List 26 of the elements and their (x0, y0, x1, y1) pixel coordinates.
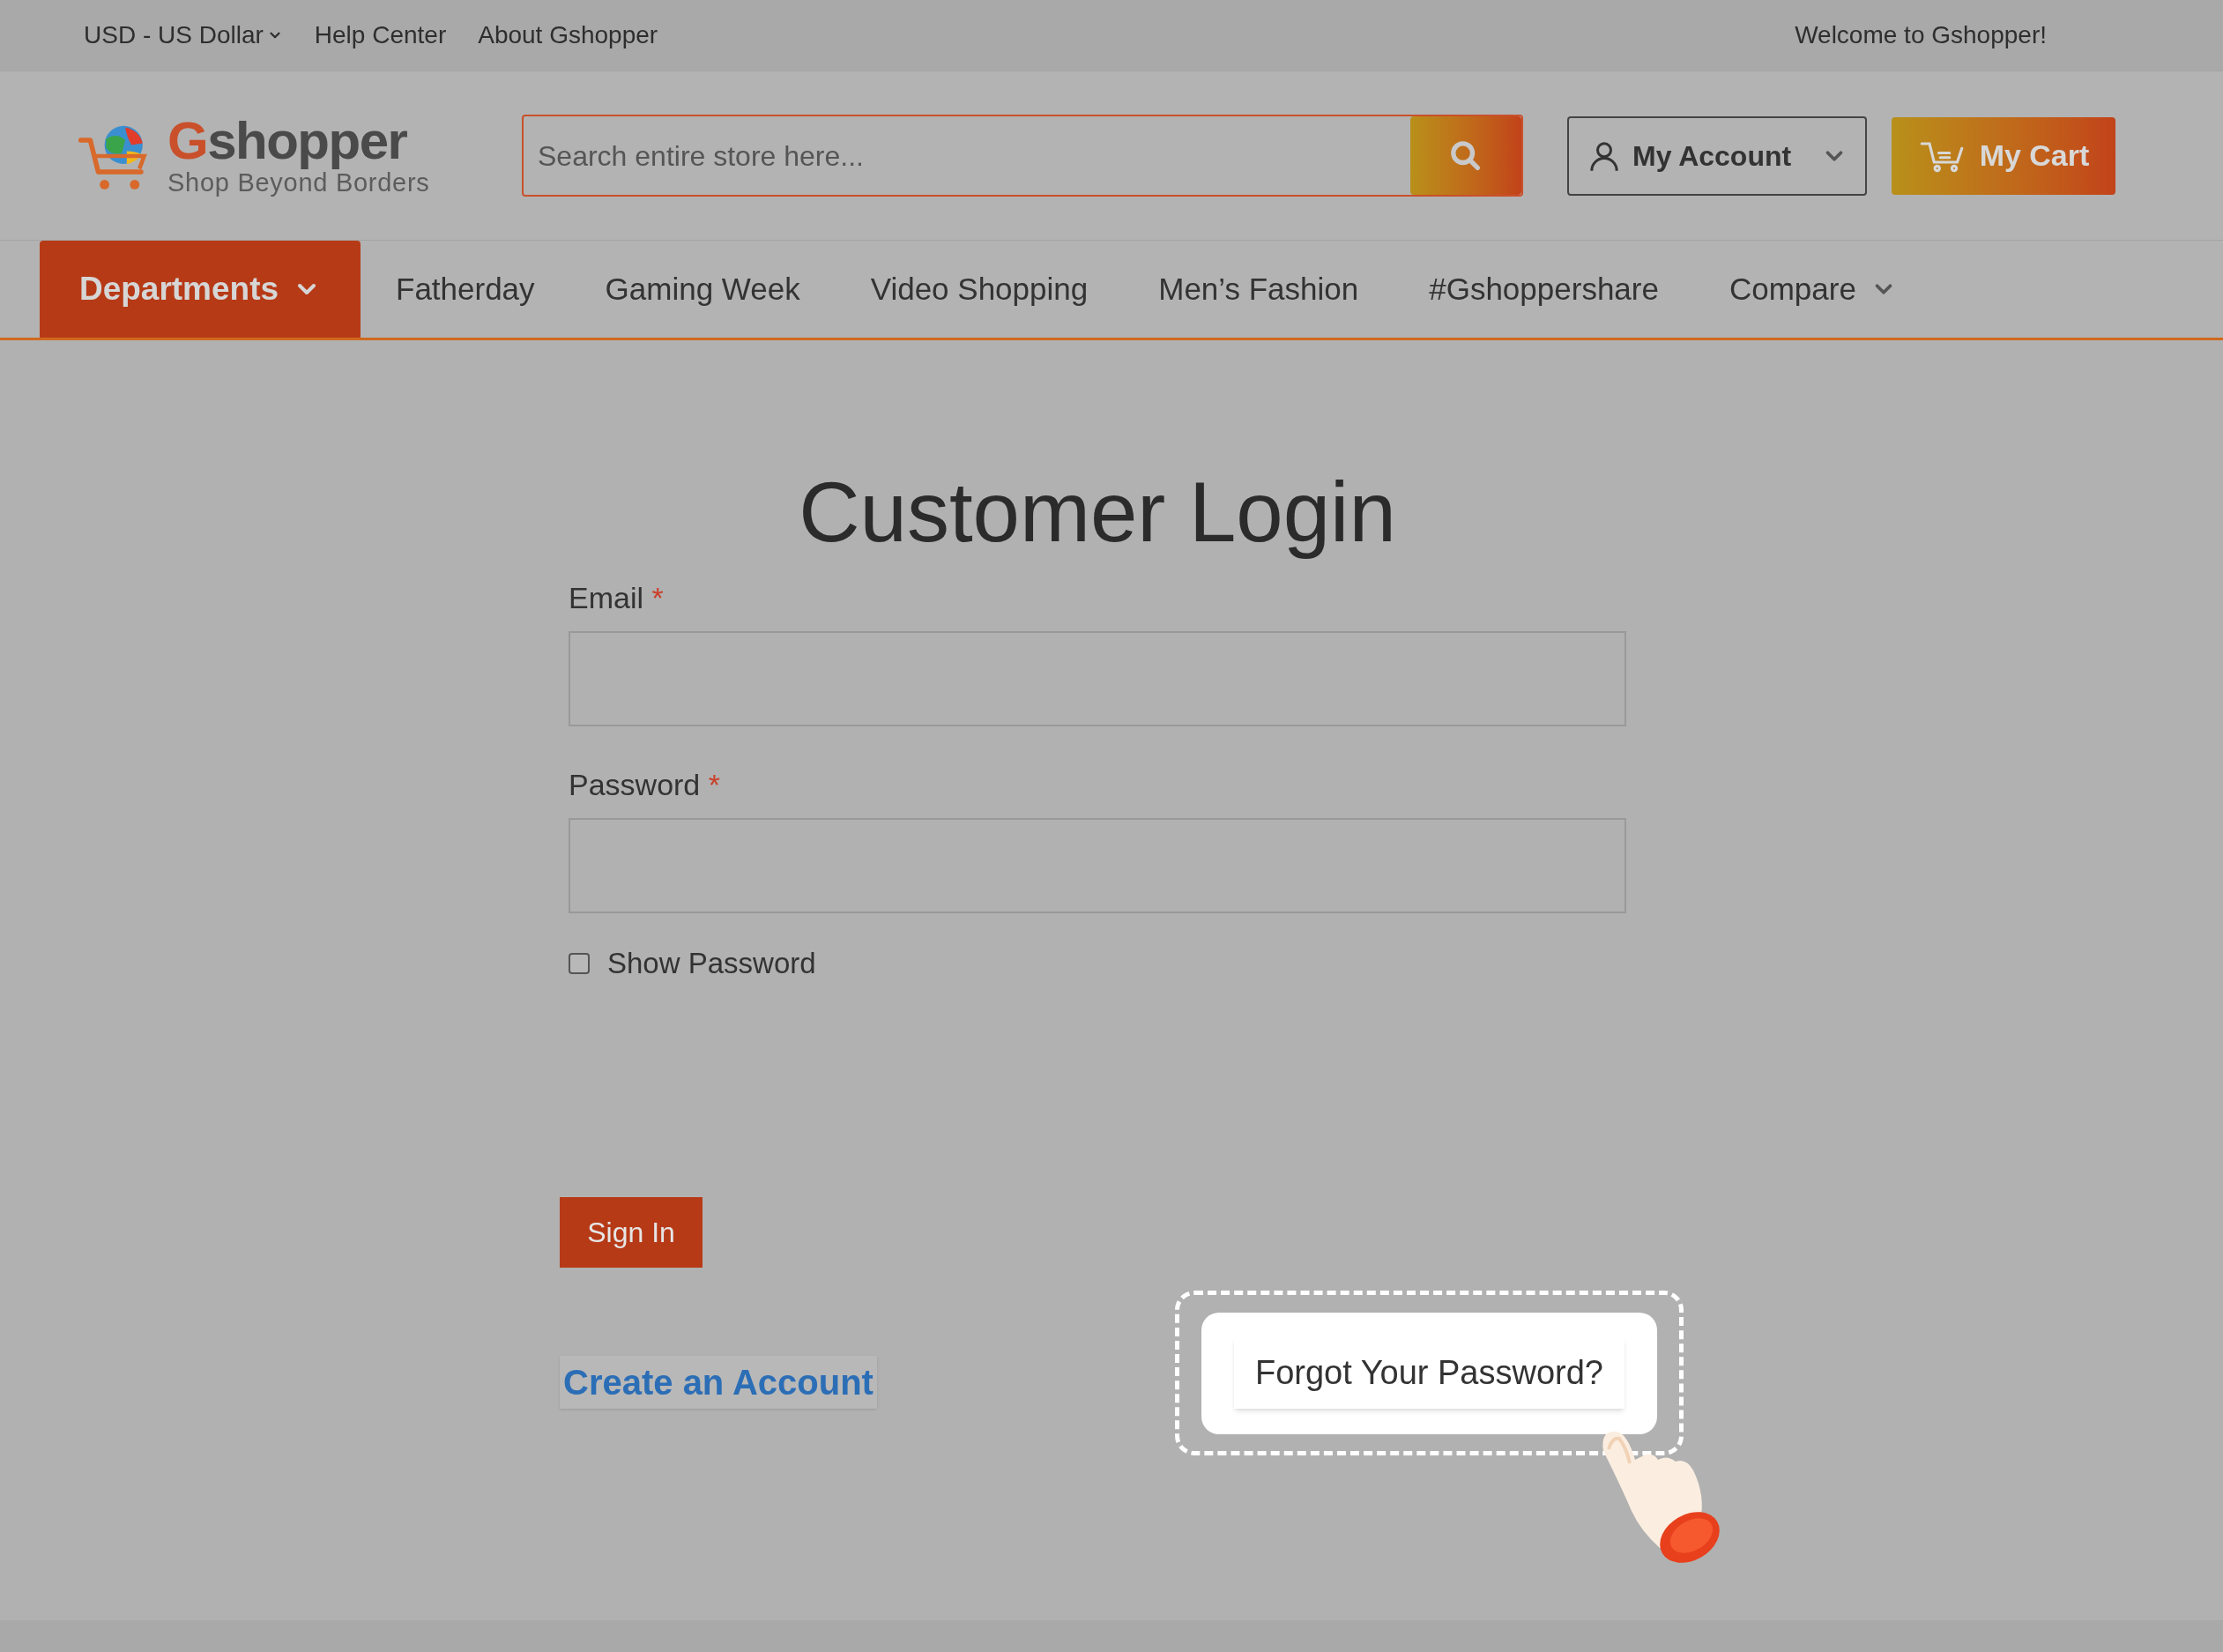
welcome-message: Welcome to Gshopper! (1795, 20, 2047, 50)
field-label: Password * (569, 767, 721, 803)
input-field[interactable] (569, 631, 1626, 726)
my-account-button[interactable]: My Account (1567, 115, 1867, 196)
currency-selector[interactable]: USD - US Dollar (84, 17, 283, 54)
search-field[interactable]: Search entire store here... (522, 115, 1523, 197)
checkbox-label: Show Password (607, 946, 816, 981)
nav-dropdown[interactable]: Compare (1693, 241, 1932, 338)
nav-link[interactable]: Video Shopping (835, 241, 1124, 338)
nav-link[interactable]: Gaming Week (569, 241, 836, 338)
field-label: Email * (569, 580, 665, 616)
nav-link[interactable]: Men’s Fashion (1123, 241, 1394, 338)
top-bar-link[interactable]: About Gshopper (478, 17, 658, 54)
nav-link[interactable]: #Gshoppershare (1394, 241, 1694, 338)
nav-link[interactable]: Fatherday (361, 241, 570, 338)
my-cart-button[interactable]: My Cart (1892, 116, 2115, 195)
search-button[interactable] (1410, 116, 1521, 195)
logo-wordmark: Gshopper (167, 114, 408, 167)
input-field[interactable] (569, 818, 1626, 913)
checkbox[interactable] (569, 952, 590, 974)
page-title: Customer Login (798, 464, 1397, 561)
top-bar-link[interactable]: Help Center (314, 17, 447, 54)
sign-in-button[interactable]: Sign In (560, 1196, 703, 1268)
search-input[interactable]: Search entire store here... (524, 116, 1410, 195)
forgot-password-link[interactable]: Forgot Your Password? (1234, 1337, 1624, 1409)
departments-menu-button[interactable]: Departments (40, 241, 361, 338)
